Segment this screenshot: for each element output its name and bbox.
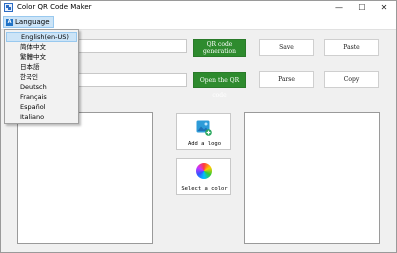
language-dropdown: English(en-US) 简体中文 繁體中文 日本語 한국인 Deutsch…: [4, 29, 79, 124]
save-button[interactable]: Save: [259, 39, 314, 56]
qr-generate-label: QR code generation: [202, 41, 237, 55]
open-qr-button[interactable]: Open the QR code: [193, 72, 246, 99]
language-option-french[interactable]: Français: [6, 92, 77, 102]
language-option-simplified-chinese[interactable]: 简体中文: [6, 42, 77, 52]
select-color-label: Select a color: [181, 186, 228, 192]
menu-bar: A Language: [1, 15, 396, 30]
minimize-button[interactable]: —: [328, 1, 350, 15]
title-bar: Color QR Code Maker — ☐ ✕: [1, 1, 396, 15]
parse-button[interactable]: Parse: [259, 71, 314, 88]
add-logo-button[interactable]: Add a logo: [176, 113, 231, 150]
color-wheel-icon: [196, 163, 212, 179]
language-option-english[interactable]: English(en-US): [6, 32, 77, 42]
menu-language-label: Language: [15, 18, 50, 26]
window-title: Color QR Code Maker: [17, 3, 92, 11]
language-option-german[interactable]: Deutsch: [6, 82, 77, 92]
language-option-spanish[interactable]: Español: [6, 102, 77, 112]
language-option-japanese[interactable]: 日本語: [6, 62, 77, 72]
paste-button[interactable]: Paste: [324, 39, 379, 56]
language-option-traditional-chinese[interactable]: 繁體中文: [6, 52, 77, 62]
language-icon: A: [6, 18, 13, 26]
app-icon: [4, 3, 13, 12]
qr-preview-panel: [17, 112, 153, 244]
add-logo-label: Add a logo: [187, 141, 222, 147]
select-color-button[interactable]: Select a color: [176, 158, 231, 195]
image-add-icon: [196, 120, 212, 136]
language-option-italian[interactable]: Italiano: [6, 112, 77, 122]
result-panel: [244, 112, 380, 244]
qr-generate-button[interactable]: QR code generation: [193, 39, 246, 57]
close-button[interactable]: ✕: [373, 1, 395, 15]
copy-button[interactable]: Copy: [324, 71, 379, 88]
menu-language[interactable]: A Language: [3, 16, 54, 28]
language-option-korean[interactable]: 한국인: [6, 72, 77, 82]
maximize-button[interactable]: ☐: [351, 1, 373, 15]
